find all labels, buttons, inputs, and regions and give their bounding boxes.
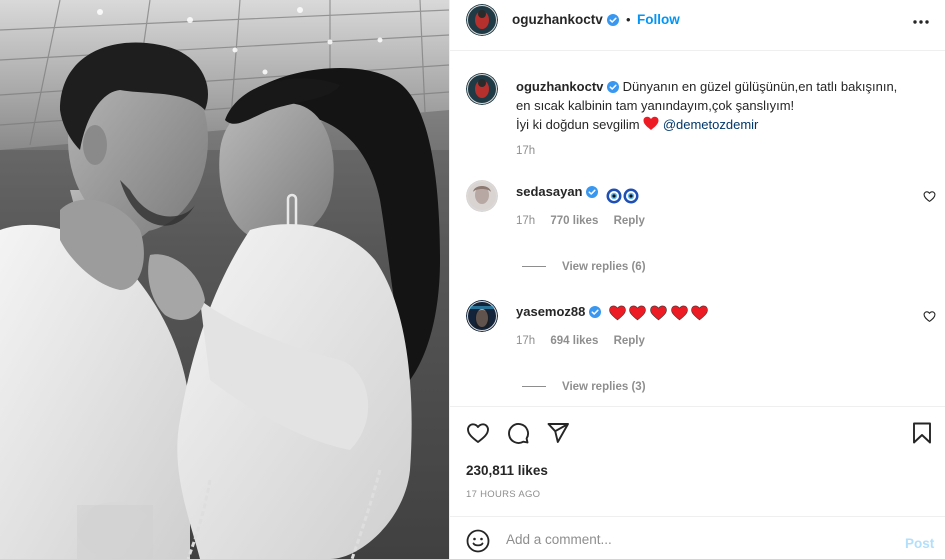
comment-item: sedasayan 17h 770 likes Reply View repli… xyxy=(450,180,945,290)
caption-text: oguzhankoctv Dünyanın en güzel gülüşünün… xyxy=(516,77,936,134)
comment-item: yasemoz88 17h 694 likes Reply View repli… xyxy=(450,300,945,410)
commenter-avatar[interactable] xyxy=(466,180,498,212)
post-likes-count[interactable]: 230,811 likes xyxy=(466,463,548,478)
replies-divider-line xyxy=(522,386,546,387)
caption-timestamp[interactable]: 17h xyxy=(516,145,535,157)
comment-meta: 17h 694 likes Reply xyxy=(516,335,657,347)
verified-badge-icon xyxy=(586,186,599,198)
comment-body: yasemoz88 xyxy=(516,303,708,324)
author-avatar[interactable] xyxy=(466,4,498,36)
red-heart-emoji-icon xyxy=(629,305,647,321)
verified-badge-icon xyxy=(589,306,602,318)
comment-reply-button[interactable]: Reply xyxy=(614,335,645,347)
commenter-avatar-image xyxy=(466,300,498,332)
red-heart-emoji-icon xyxy=(691,305,708,321)
post-actions: 230,811 likes 17 HOURS AGO xyxy=(450,406,945,516)
nazar-eye-emoji-icon xyxy=(606,188,622,204)
post-side-panel: oguzhankoctv • Follow oguzhankoctv Dünya… xyxy=(449,0,945,559)
caption-mention-link[interactable]: @demetozdemir xyxy=(663,117,759,132)
comment-reply-button[interactable]: Reply xyxy=(614,215,645,227)
comment-timestamp[interactable]: 17h xyxy=(516,335,535,347)
nazar-eye-emoji-icon xyxy=(623,188,639,204)
share-paper-plane-icon[interactable] xyxy=(546,421,570,445)
emoji-smiley-icon[interactable] xyxy=(466,529,490,553)
comment-like-heart-icon[interactable] xyxy=(923,190,936,203)
view-replies-label: View replies (6) xyxy=(562,261,646,273)
header-separator: • xyxy=(626,12,631,27)
comment-input[interactable] xyxy=(506,527,886,551)
like-heart-icon[interactable] xyxy=(466,421,490,445)
post-photo[interactable] xyxy=(0,0,449,559)
verified-badge-icon xyxy=(607,81,620,93)
comment-emoji-text xyxy=(608,305,709,324)
more-options-icon[interactable] xyxy=(911,12,931,32)
comment-emoji-text xyxy=(606,186,640,204)
comment-timestamp[interactable]: 17h xyxy=(516,215,535,227)
post-header: oguzhankoctv • Follow xyxy=(450,0,945,51)
red-heart-emoji-icon xyxy=(650,305,667,321)
post-timestamp[interactable]: 17 HOURS AGO xyxy=(466,489,540,500)
red-heart-emoji-icon xyxy=(643,116,659,131)
save-bookmark-icon[interactable] xyxy=(910,421,934,445)
verified-badge-icon xyxy=(607,14,619,26)
caption-line-3: İyi ki doğdun sevgilim xyxy=(516,117,640,132)
comment-likes-count[interactable]: 694 likes xyxy=(550,335,598,347)
author-avatar-image xyxy=(466,4,498,36)
caption-avatar-image xyxy=(466,73,498,105)
caption-author-avatar[interactable] xyxy=(466,73,498,105)
couple-photo-image xyxy=(0,0,449,559)
view-replies-label: View replies (3) xyxy=(562,381,646,393)
commenter-username[interactable]: sedasayan xyxy=(516,184,583,199)
follow-button[interactable]: Follow xyxy=(637,12,680,27)
replies-divider-line xyxy=(522,266,546,267)
commenter-username[interactable]: yasemoz88 xyxy=(516,304,585,319)
comment-body: sedasayan xyxy=(516,183,640,204)
comment-like-heart-icon[interactable] xyxy=(923,310,936,323)
comment-meta: 17h 770 likes Reply xyxy=(516,215,657,227)
commenter-avatar-image xyxy=(466,180,498,212)
caption-line-1: Dünyanın en güzel gülüşünün,en tatlı bak… xyxy=(622,79,898,94)
comment-bubble-icon[interactable] xyxy=(506,421,530,445)
author-username[interactable]: oguzhankoctv xyxy=(512,12,603,27)
comments-scroll-area[interactable]: oguzhankoctv Dünyanın en güzel gülüşünün… xyxy=(450,52,945,406)
comment-likes-count[interactable]: 770 likes xyxy=(550,215,598,227)
add-comment-bar: Post xyxy=(450,516,945,559)
commenter-avatar[interactable] xyxy=(466,300,498,332)
view-replies-button[interactable]: View replies (3) xyxy=(522,381,646,393)
instagram-post: oguzhankoctv • Follow oguzhankoctv Dünya… xyxy=(0,0,945,559)
caption-line-2: en sıcak kalbinin tam yanındayım,çok şan… xyxy=(516,98,795,113)
post-comment-button[interactable]: Post xyxy=(905,536,934,551)
red-heart-emoji-icon xyxy=(670,305,688,321)
red-heart-emoji-icon xyxy=(608,305,626,321)
caption-username[interactable]: oguzhankoctv xyxy=(516,79,603,94)
view-replies-button[interactable]: View replies (6) xyxy=(522,261,646,273)
